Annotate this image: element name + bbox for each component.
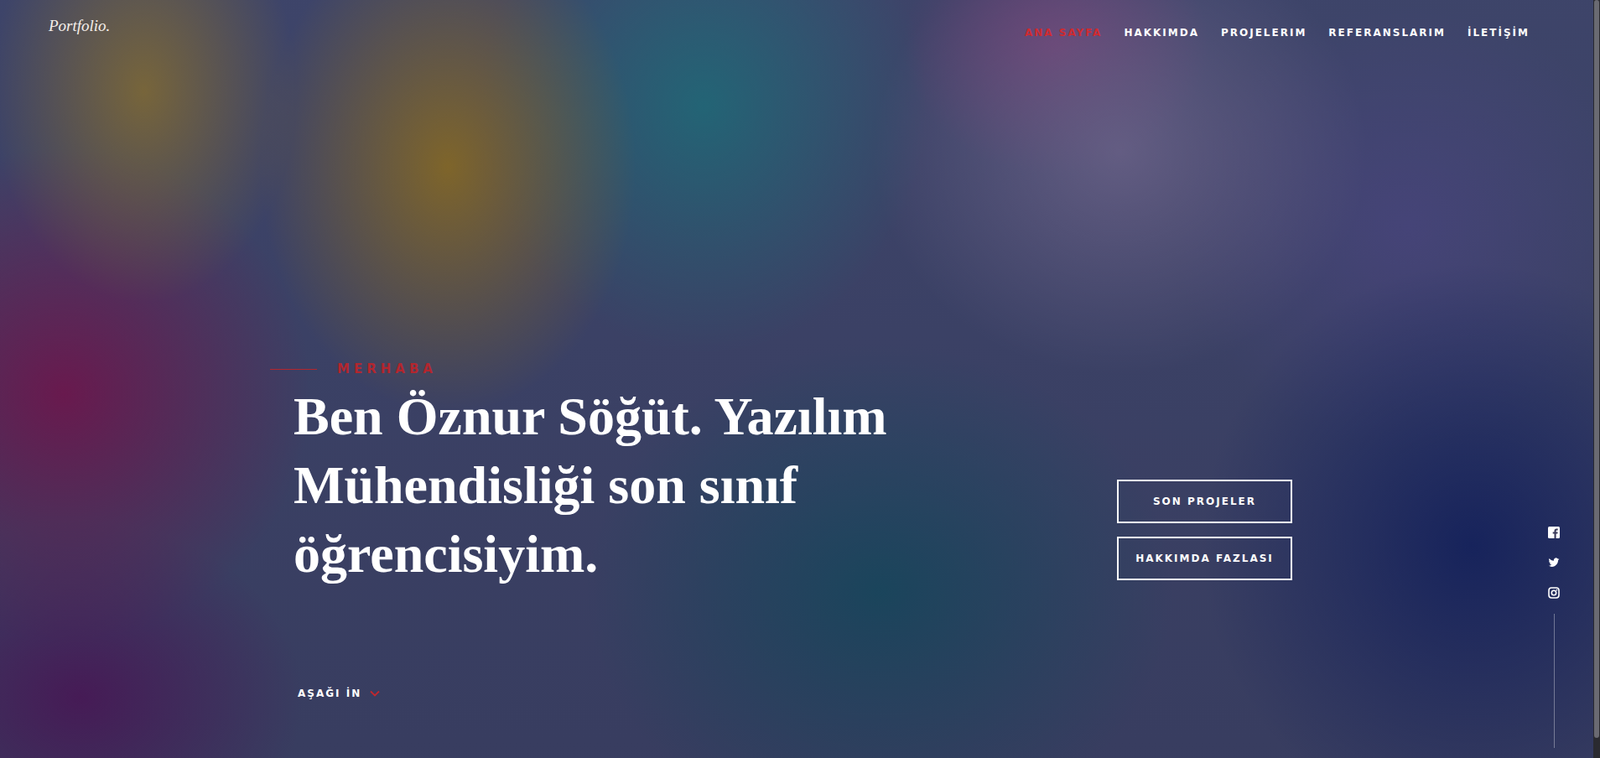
headline-line: Mühendisliği son sınıf [293, 451, 888, 520]
scrollbar-thumb[interactable] [1594, 0, 1600, 738]
main-nav: ANA SAYFA HAKKIMDA PROJELERIM REFERANSLARIM… [1024, 11, 1530, 39]
headline-line: öğrencisiyim. [293, 519, 888, 589]
nav-item[interactable]: REFERANSLARIM [1328, 26, 1446, 39]
instagram-icon[interactable] [1548, 587, 1560, 599]
headline: Ben Öznur Söğüt. YazılımMühendisliği son… [293, 382, 888, 589]
facebook-icon[interactable] [1548, 526, 1560, 539]
hero-button[interactable]: SON PROJELER [1116, 479, 1293, 524]
page: Portfolio. ANA SAYFA HAKKIMDA PROJELERIM REF… [0, 0, 1600, 758]
twitter-icon[interactable] [1548, 556, 1560, 569]
eyebrow-line [270, 368, 317, 370]
social-line [1553, 613, 1555, 749]
nav-item[interactable]: ANA SAYFA [1024, 26, 1102, 39]
scrollbar[interactable] [1593, 0, 1600, 758]
hero-text: MERHABA Ben Öznur Söğüt. YazılımMühendisl… [270, 358, 888, 589]
hero-button[interactable]: HAKKIMDA FAZLASI [1116, 536, 1293, 581]
hero-buttons: SON PROJELER HAKKIMDA FAZLASI [1116, 479, 1293, 581]
hero: MERHABA Ben Öznur Söğüt. YazılımMühendisl… [0, 67, 1594, 589]
social-links [1548, 526, 1560, 749]
header: Portfolio. ANA SAYFA HAKKIMDA PROJELERIM REF… [0, 0, 1594, 68]
nav-item[interactable]: HAKKIMDA [1123, 26, 1200, 39]
nav-item[interactable]: PROJELERIM [1220, 26, 1307, 39]
chevron-down-icon[interactable] [369, 690, 380, 697]
nav-item[interactable]: İLETİŞİM [1467, 26, 1530, 39]
eyebrow: MERHABA [270, 358, 888, 380]
scroll-text[interactable]: AŞAĞI İN [297, 687, 362, 700]
headline-line: Ben Öznur Söğüt. Yazılım [293, 382, 888, 452]
logo[interactable]: Portfolio. [48, 11, 110, 36]
eyebrow-text: MERHABA [337, 361, 437, 377]
scroll-down[interactable]: AŞAĞI İN [297, 687, 1594, 700]
